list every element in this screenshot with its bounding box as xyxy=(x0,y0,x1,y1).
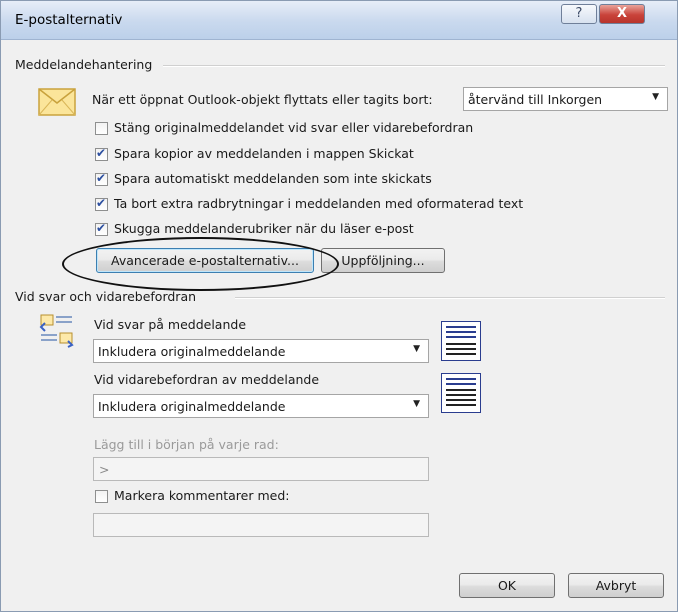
reply-preview-icon xyxy=(441,321,481,361)
mark-comments-checkbox[interactable] xyxy=(95,490,108,503)
mark-comments-label: Markera kommentarer med: xyxy=(114,488,290,503)
title-bar[interactable]: E-postalternativ ? X xyxy=(1,1,677,40)
move-behaviour-label: När ett öppnat Outlook-objekt flyttats e… xyxy=(92,92,433,107)
move-behaviour-value: återvänd till Inkorgen xyxy=(468,92,603,107)
ok-button[interactable]: OK xyxy=(459,573,555,598)
prefix-value: > xyxy=(99,462,110,477)
prefix-label: Lägg till i början på varje rad: xyxy=(94,437,279,452)
email-options-dialog: E-postalternativ ? X Meddelandehantering… xyxy=(0,0,678,612)
forward-select-value: Inkludera originalmeddelande xyxy=(98,399,286,414)
shade-headers-checkbox[interactable] xyxy=(95,221,108,236)
reply-forward-icon xyxy=(39,314,74,348)
save-copies-checkbox[interactable] xyxy=(95,146,108,161)
reply-label: Vid svar på meddelande xyxy=(94,317,247,332)
save-copies-label: Spara kopior av meddelanden i mappen Ski… xyxy=(114,146,414,161)
message-handling-section-label: Meddelandehantering xyxy=(15,57,153,72)
chevron-down-icon: ▼ xyxy=(413,344,420,354)
reply-select[interactable]: Inkludera originalmeddelande ▼ xyxy=(93,339,429,363)
autosave-label: Spara automatiskt meddelanden som inte s… xyxy=(114,171,432,186)
section-divider xyxy=(163,65,665,67)
followup-button[interactable]: Uppföljning... xyxy=(321,248,445,273)
help-button[interactable]: ? xyxy=(561,4,597,24)
forward-label: Vid vidarebefordran av meddelande xyxy=(94,372,320,387)
close-original-label: Stäng originalmeddelandet vid svar eller… xyxy=(114,120,474,135)
close-button[interactable]: X xyxy=(599,4,645,24)
close-original-checkbox[interactable] xyxy=(95,122,108,135)
forward-select[interactable]: Inkludera originalmeddelande ▼ xyxy=(93,394,429,418)
forward-preview-icon xyxy=(441,373,481,413)
remove-line-breaks-checkbox[interactable] xyxy=(95,196,108,211)
chevron-down-icon: ▼ xyxy=(652,92,659,102)
chevron-down-icon: ▼ xyxy=(413,399,420,409)
autosave-checkbox[interactable] xyxy=(95,171,108,186)
mark-comments-field[interactable] xyxy=(93,513,429,537)
prefix-field[interactable]: > xyxy=(93,457,429,481)
move-behaviour-select[interactable]: återvänd till Inkorgen ▼ xyxy=(463,87,668,111)
reply-select-value: Inkludera originalmeddelande xyxy=(98,344,286,359)
shade-headers-label: Skugga meddelanderubriker när du läser e… xyxy=(114,221,414,236)
window-title: E-postalternativ xyxy=(15,12,123,28)
remove-line-breaks-label: Ta bort extra radbrytningar i meddelande… xyxy=(114,196,524,211)
replies-section-label: Vid svar och vidarebefordran xyxy=(15,289,197,304)
cancel-button[interactable]: Avbryt xyxy=(568,573,664,598)
highlight-ellipse xyxy=(62,237,339,291)
section-divider xyxy=(235,297,665,299)
envelope-icon xyxy=(38,88,76,116)
